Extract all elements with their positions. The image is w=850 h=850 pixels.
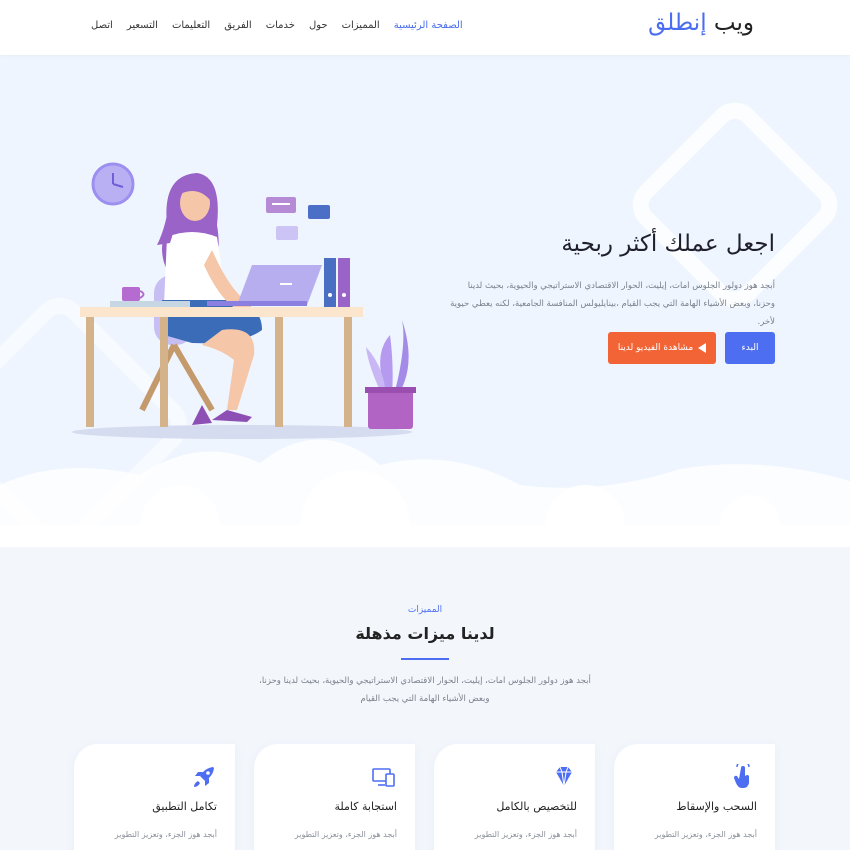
feature-card-text: أبجد هوز الجزء، وتعزيز التطوير [294, 830, 397, 839]
nav-link-about[interactable]: حول [302, 20, 335, 31]
play-icon [698, 343, 707, 353]
features-title: لدينا ميزات مذهلة [355, 624, 495, 643]
feature-card-app-integration[interactable]: تكامل التطبيق أبجد هوز الجزء، وتعزيز الت… [74, 744, 235, 850]
site-logo[interactable]: ويب إنطلق [648, 10, 754, 36]
site-header: ويب إنطلق الصفحة الرئيسية المميزات حول خ… [0, 0, 850, 55]
hero-title: اجعل عملك أكثر ربحية [561, 231, 775, 257]
features-cards: السحب والإسقاط أبجد هوز الجزء، وتعزيز ال… [74, 744, 775, 850]
nav-link-team[interactable]: الفريق [217, 20, 259, 31]
feature-card-drag-drop[interactable]: السحب والإسقاط أبجد هوز الجزء، وتعزيز ال… [614, 744, 775, 850]
feature-card-text: أبجد هوز الجزء، وتعزيز التطوير [114, 830, 217, 839]
features-description: أبجد هوز دولور الجلوس امات، إيليت، الحوا… [259, 676, 591, 704]
feature-card-title: السحب والإسقاط [676, 800, 757, 813]
hero-description: أبجد هوز دولور الجلوس امات، إيليت، الحوا… [450, 281, 775, 327]
feature-card-title: للتخصيص بالكامل [496, 800, 577, 813]
nav-link-faq[interactable]: التعليمات [165, 20, 217, 31]
main-nav: الصفحة الرئيسية المميزات حول خدمات الفري… [84, 20, 470, 31]
logo-main-text: ويب [706, 10, 754, 36]
feature-card-responsive[interactable]: استجابة كاملة أبجد هوز الجزء، وتعزيز الت… [254, 744, 415, 850]
rocket-icon [194, 767, 214, 787]
watch-video-button[interactable]: مشاهدة الفيديو لدينا [608, 332, 716, 364]
nav-link-features[interactable]: المميزات [335, 20, 387, 31]
logo-accent-text: إنطلق [648, 10, 707, 36]
feature-card-text: أبجد هوز الجزء، وتعزيز التطوير [654, 830, 757, 839]
devices-icon [372, 768, 395, 787]
diamond-icon [556, 766, 572, 787]
nav-link-home[interactable]: الصفحة الرئيسية [387, 20, 470, 31]
feature-card-text: أبجد هوز الجزء، وتعزيز التطوير [474, 830, 577, 839]
office-woman-illustration [72, 162, 416, 439]
hero-section: اجعل عملك أكثر ربحية أبجد هوز دولور الجل… [0, 55, 850, 547]
feature-card-title: تكامل التطبيق [152, 800, 217, 813]
start-button[interactable]: البدء [725, 332, 775, 364]
nav-link-services[interactable]: خدمات [259, 20, 302, 31]
nav-link-contact[interactable]: اتصل [84, 20, 120, 31]
nav-link-pricing[interactable]: التسعير [120, 20, 165, 31]
hand-pointer-icon [733, 764, 750, 788]
features-divider [401, 658, 449, 660]
watch-video-label: مشاهدة الفيديو لدينا [617, 343, 694, 353]
feature-card-title: استجابة كاملة [334, 800, 397, 813]
feature-card-customizable[interactable]: للتخصيص بالكامل أبجد هوز الجزء، وتعزيز ا… [434, 744, 595, 850]
features-kicker: المميزات [407, 605, 443, 615]
